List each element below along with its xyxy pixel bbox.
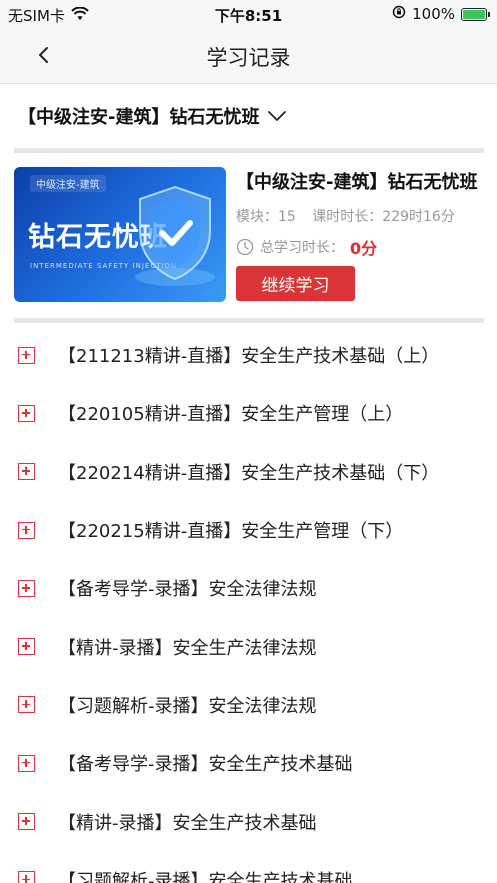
study-time-value: 0分 [350, 239, 378, 258]
course-selector-label: 【中级注安-建筑】钻石无忧班 [18, 107, 260, 128]
expand-plus-icon[interactable] [18, 696, 35, 714]
chapter-label: 【精讲-录播】安全生产法律法规 [58, 637, 317, 659]
status-right: 100% [392, 5, 490, 23]
expand-plus-icon[interactable] [18, 754, 35, 772]
expand-plus-icon[interactable] [18, 521, 35, 539]
chapter-label: 【211213精讲-直播】安全生产技术基础（上） [58, 346, 440, 368]
chapter-item[interactable]: 【精讲-录播】安全生产法律法规 [0, 617, 497, 675]
expand-plus-icon[interactable] [18, 579, 35, 597]
chapter-label: 【习题解析-录播】安全生产技术基础 [58, 870, 353, 883]
expand-plus-icon[interactable] [18, 813, 35, 831]
course-selector-dropdown[interactable]: 【中级注安-建筑】钻石无忧班 [18, 103, 287, 129]
chapter-item[interactable]: 【220215精讲-直播】安全生产管理（下） [0, 501, 497, 559]
battery-percent: 100% [412, 5, 455, 23]
chapter-label: 【备考导学-录播】安全生产技术基础 [58, 754, 353, 776]
chapter-label: 【220215精讲-直播】安全生产管理（下） [58, 521, 404, 543]
expand-plus-icon[interactable] [18, 346, 35, 364]
page-title: 学习记录 [206, 46, 291, 70]
expand-plus-icon[interactable] [18, 871, 35, 883]
section-divider [14, 148, 484, 153]
chapter-label: 【220105精讲-直播】安全生产管理（上） [58, 404, 404, 426]
chapter-item[interactable]: 【220214精讲-直播】安全生产技术基础（下） [0, 443, 497, 501]
continue-study-button[interactable]: 继续学习 [236, 266, 355, 301]
expand-plus-icon[interactable] [18, 463, 35, 481]
study-time: 总学习时长： 0分 [236, 235, 377, 259]
chapter-label: 【精讲-录播】安全生产技术基础 [58, 812, 317, 834]
shield-icon [135, 185, 215, 286]
chapter-label: 【备考导学-录播】安全法律法规 [58, 579, 317, 601]
chapter-item[interactable]: 【习题解析-录播】安全生产技术基础 [0, 851, 497, 883]
chapter-item[interactable]: 【211213精讲-直播】安全生产技术基础（上） [0, 326, 497, 384]
chapter-label: 【习题解析-录播】安全法律法规 [58, 695, 317, 717]
chapter-item[interactable]: 【备考导学-录播】安全生产技术基础 [0, 734, 497, 792]
expand-plus-icon[interactable] [18, 638, 35, 656]
study-time-label: 总学习时长： [260, 240, 344, 256]
battery-charging-icon [461, 7, 490, 21]
nav-bar: 学习记录 [0, 28, 497, 84]
chapter-item[interactable]: 【220105精讲-直播】安全生产管理（上） [0, 384, 497, 442]
chapter-item[interactable]: 【精讲-录播】安全生产技术基础 [0, 792, 497, 850]
banner-tag: 中级注安-建筑 [30, 175, 106, 192]
expand-plus-icon[interactable] [18, 404, 35, 422]
chapter-item[interactable]: 【习题解析-录播】安全法律法规 [0, 676, 497, 734]
course-meta: 模块：15 课时时长：229时16分 [236, 206, 467, 226]
chapter-label: 【220214精讲-直播】安全生产技术基础（下） [58, 462, 440, 484]
status-bar: 无SIM卡 下午8:51 100% [0, 0, 497, 28]
clock-icon [236, 238, 254, 256]
course-banner[interactable]: 中级注安-建筑 钻石无忧班 INTERMEDIATE SAFETY INJECT… [14, 167, 226, 302]
module-count: 模块：15 [236, 209, 296, 225]
rotation-lock-icon [392, 5, 406, 23]
course-title: 【中级注安-建筑】钻石无忧班 [236, 172, 478, 193]
chevron-down-icon [268, 111, 287, 121]
course-duration: 课时时长：229时16分 [312, 209, 455, 225]
chapter-list: 【211213精讲-直播】安全生产技术基础（上） 【220105精讲-直播】安全生… [0, 326, 497, 883]
chapter-item[interactable]: 【备考导学-录播】安全法律法规 [0, 559, 497, 617]
section-divider [14, 318, 484, 323]
